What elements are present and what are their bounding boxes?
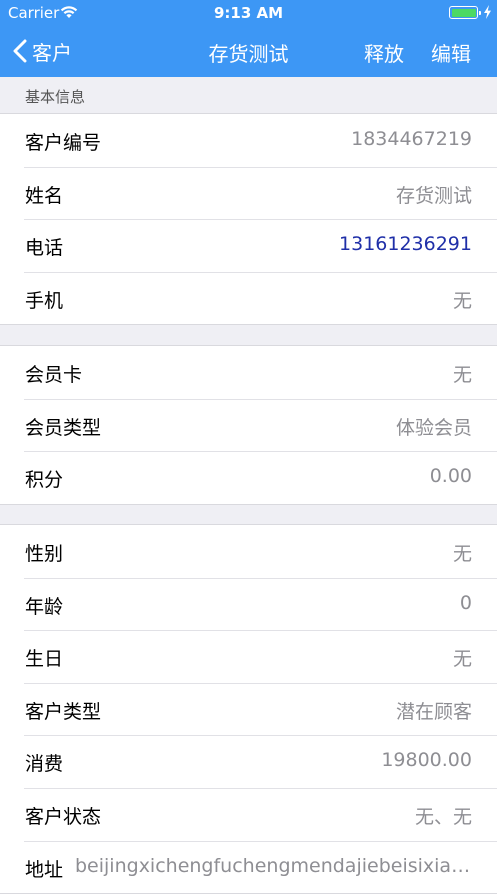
clock: 9:13 AM bbox=[213, 4, 284, 22]
customer-status-value: 无、无 bbox=[414, 805, 472, 828]
phone-label: 电话 bbox=[25, 237, 64, 260]
member-card-value: 无 bbox=[452, 364, 472, 386]
navigation-bar: 客户 存货测试 释放 编辑 bbox=[0, 26, 497, 77]
address-label: 地址 bbox=[25, 858, 64, 881]
mobile-value: 无 bbox=[452, 289, 472, 312]
profile-group: 性别 无 年龄 0 生日 无 客户类型 潜在顾客 消费 19800.00 客户状… bbox=[0, 524, 497, 894]
customer-type-label: 客户类型 bbox=[25, 700, 102, 723]
mobile-row: 手机 无 bbox=[0, 271, 497, 325]
points-value: 0.00 bbox=[429, 465, 472, 488]
member-type-value: 体验会员 bbox=[395, 416, 472, 439]
battery-tip bbox=[478, 10, 481, 15]
name-row: 姓名 存货测试 bbox=[0, 166, 497, 220]
customer-number-value: 1834467219 bbox=[351, 128, 472, 150]
battery-fill bbox=[451, 8, 476, 17]
points-row: 积分 0.00 bbox=[0, 451, 497, 504]
phone-row[interactable]: 电话 13161236291 bbox=[0, 219, 497, 272]
member-type-label: 会员类型 bbox=[25, 416, 102, 439]
member-card-label: 会员卡 bbox=[25, 364, 83, 386]
section-header-basic-info: 基本信息 bbox=[0, 77, 497, 113]
birthday-label: 生日 bbox=[25, 648, 64, 671]
battery-icon bbox=[449, 6, 481, 19]
gender-row: 性别 无 bbox=[0, 525, 497, 578]
customer-status-row: 客户状态 无、无 bbox=[0, 787, 497, 841]
customer-number-row: 客户编号 1834467219 bbox=[0, 114, 497, 167]
release-button[interactable]: 释放 bbox=[364, 38, 404, 67]
name-value: 存货测试 bbox=[395, 184, 472, 207]
membership-group: 会员卡 无 会员类型 体验会员 积分 0.00 bbox=[0, 345, 497, 505]
address-row: 地址 beijingxichengfuchengmendajiebeisixia… bbox=[0, 840, 497, 894]
gender-label: 性别 bbox=[25, 543, 64, 565]
customer-type-row: 客户类型 潜在顾客 bbox=[0, 682, 497, 736]
spending-row: 消费 19800.00 bbox=[0, 735, 497, 788]
phone-value-link[interactable]: 13161236291 bbox=[339, 233, 472, 255]
customer-status-label: 客户状态 bbox=[25, 805, 102, 828]
section-header-label: 基本信息 bbox=[25, 88, 86, 106]
age-value: 0 bbox=[459, 591, 472, 614]
birthday-row: 生日 无 bbox=[0, 630, 497, 683]
customer-number-label: 客户编号 bbox=[25, 132, 102, 154]
age-label: 年龄 bbox=[25, 595, 64, 618]
edit-button[interactable]: 编辑 bbox=[431, 38, 471, 67]
charging-bolt-icon bbox=[484, 5, 491, 19]
age-row: 年龄 0 bbox=[0, 577, 497, 631]
basic-info-group: 客户编号 1834467219 姓名 存货测试 电话 13161236291 手… bbox=[0, 113, 497, 326]
top-bar: Carrier 9:13 AM 客户 存货测试 释放 编辑 bbox=[0, 0, 497, 77]
gender-value: 无 bbox=[452, 543, 472, 565]
points-label: 积分 bbox=[25, 469, 64, 492]
member-card-row: 会员卡 无 bbox=[0, 346, 497, 399]
spending-value: 19800.00 bbox=[381, 749, 472, 772]
customer-type-value: 潜在顾客 bbox=[395, 700, 472, 723]
birthday-value: 无 bbox=[452, 648, 472, 671]
name-label: 姓名 bbox=[25, 184, 64, 207]
member-type-row: 会员类型 体验会员 bbox=[0, 398, 497, 452]
status-bar: Carrier 9:13 AM bbox=[0, 0, 497, 26]
page-title: 存货测试 bbox=[208, 42, 289, 66]
mobile-label: 手机 bbox=[25, 289, 64, 312]
spending-label: 消费 bbox=[25, 753, 64, 776]
address-value: beijingxichengfuchengmendajiebeisixiang.… bbox=[75, 854, 472, 877]
